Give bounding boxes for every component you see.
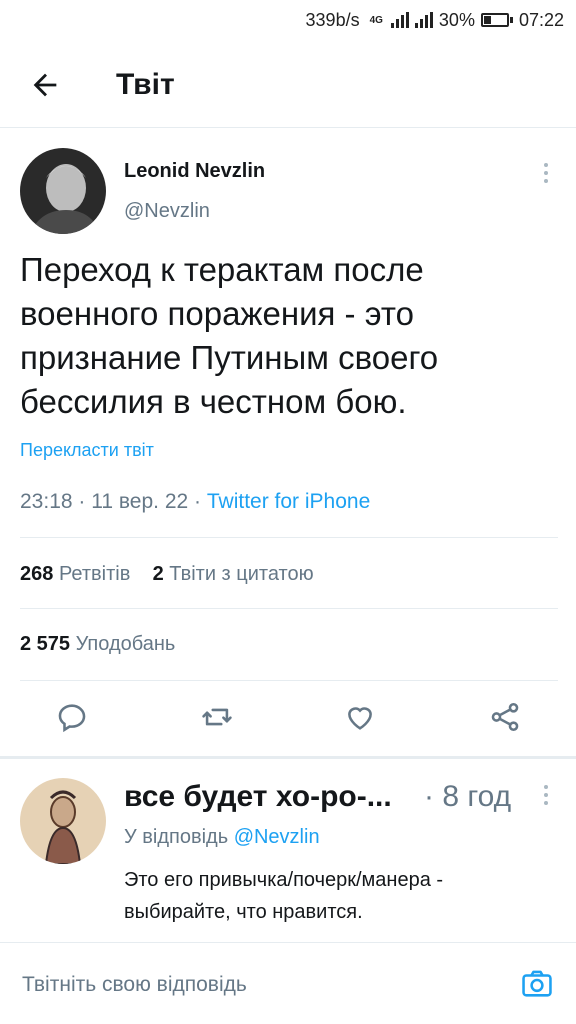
- tweet-text: Переход к терактам после военного пораже…: [20, 251, 439, 420]
- author-name[interactable]: Leonid Nevzlin: [124, 160, 265, 183]
- share-icon[interactable]: [488, 700, 522, 734]
- signal-icon-2: [414, 12, 433, 28]
- meta-dot: ·: [78, 490, 92, 513]
- divider: [20, 608, 558, 609]
- quotes-label: Твіти з цитатою: [169, 563, 314, 585]
- battery-percent: 30%: [438, 9, 475, 30]
- likes-count: 2 575: [20, 633, 71, 655]
- clock: 07:22: [518, 9, 564, 30]
- reply-text: Это его привычка/почерк/манера - выбирай…: [124, 869, 444, 923]
- heart-icon[interactable]: [343, 700, 377, 734]
- camera-icon[interactable]: [520, 967, 554, 1001]
- reply-input[interactable]: Твітніть свою відповідь: [22, 973, 247, 997]
- avatar[interactable]: [20, 778, 106, 864]
- reply-compose-bar: Твітніть свою відповідь: [0, 942, 576, 1024]
- signal-icon: [390, 12, 409, 28]
- translate-tweet-link[interactable]: Перекласти твіт: [20, 440, 154, 461]
- reply-time: · 8 год: [424, 780, 512, 813]
- reply-to: У відповідь @Nevzlin: [124, 826, 320, 849]
- status-bar: 339b/s 4G 30% 07:22: [0, 0, 576, 40]
- more-vertical-icon[interactable]: [540, 162, 552, 184]
- retweets-link[interactable]: 268 Ретвітів: [20, 563, 130, 585]
- arrow-left-icon[interactable]: [28, 68, 62, 102]
- quotes-link[interactable]: 2 Твіти з цитатою: [153, 563, 314, 585]
- section-separator: [0, 756, 576, 759]
- retweets-label: Ретвітів: [58, 563, 131, 585]
- page-title: Твіт: [116, 68, 175, 101]
- author-handle[interactable]: @Nevzlin: [124, 200, 210, 223]
- comment-icon[interactable]: [55, 700, 89, 734]
- reply-author-name[interactable]: все будет хо-ро-...: [124, 780, 392, 814]
- network-speed: 339b/s: [305, 9, 360, 30]
- tweet-actions: [0, 700, 576, 740]
- tweet-source[interactable]: Twitter for iPhone: [207, 490, 370, 513]
- divider: [20, 680, 558, 681]
- battery-icon: [480, 13, 513, 27]
- quotes-count: 2: [152, 563, 164, 585]
- avatar[interactable]: [20, 148, 106, 234]
- retweets-count: 268: [20, 563, 54, 585]
- meta-dot: ·: [194, 490, 207, 513]
- tweet-time: 23:18: [20, 490, 73, 513]
- retweet-stats: 268 Ретвітів 2 Твіти з цитатою: [20, 563, 314, 586]
- likes-label: Уподобань: [75, 633, 176, 655]
- tweet-meta: 23:18 · 11 вер. 22 · Twitter for iPhone: [20, 490, 370, 514]
- tweet-date: 11 вер. 22: [91, 490, 189, 513]
- divider: [20, 537, 558, 538]
- likes-stats[interactable]: 2 575 Уподобань: [20, 633, 175, 656]
- network-type: 4G: [369, 14, 383, 26]
- app-header: Твіт: [0, 40, 576, 128]
- reply-to-handle[interactable]: @Nevzlin: [234, 826, 320, 848]
- reply-to-label: У відповідь: [124, 826, 229, 848]
- more-vertical-icon[interactable]: [540, 784, 552, 806]
- retweet-icon[interactable]: [200, 700, 234, 734]
